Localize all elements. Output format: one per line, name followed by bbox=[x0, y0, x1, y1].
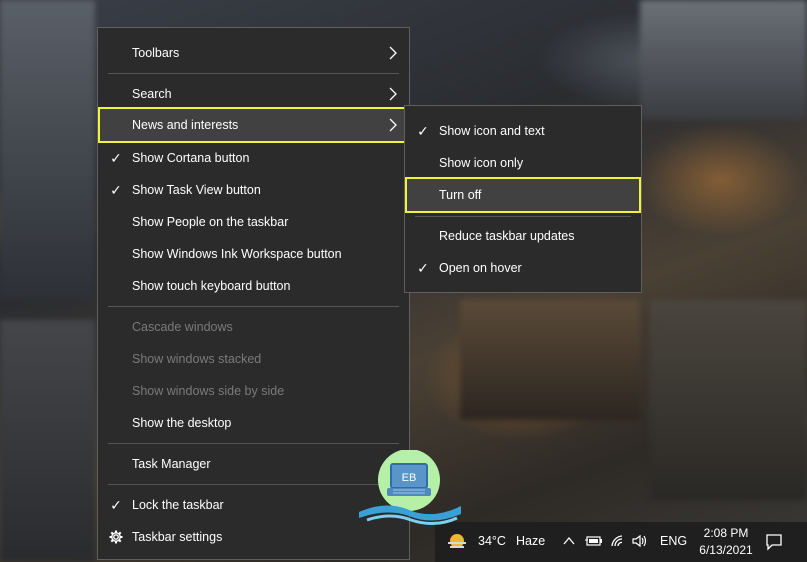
background-building bbox=[640, 0, 807, 120]
taskbar: 34°C Haze ENG 2:08 PM 6/13/2021 bbox=[435, 522, 807, 562]
menu-item-label: Show touch keyboard button bbox=[132, 279, 291, 293]
battery-icon[interactable] bbox=[585, 535, 603, 547]
menu-item-label: News and interests bbox=[132, 118, 239, 132]
submenu-item-show-icon-only[interactable]: Show icon only bbox=[405, 147, 641, 179]
menu-separator bbox=[415, 216, 631, 217]
weather-temperature: 34°C bbox=[478, 534, 506, 548]
menu-item-label: Show Cortana button bbox=[132, 151, 250, 165]
menu-item-label: Task Manager bbox=[132, 457, 211, 471]
menu-item-show-windows-ink[interactable]: Show Windows Ink Workspace button bbox=[98, 238, 409, 270]
checkmark-icon: ✓ bbox=[110, 149, 122, 166]
checkmark-icon: ✓ bbox=[110, 496, 122, 513]
menu-separator bbox=[108, 484, 399, 485]
language-indicator[interactable]: ENG bbox=[660, 534, 687, 548]
menu-item-cascade-windows: Cascade windows bbox=[98, 311, 409, 343]
volume-icon[interactable] bbox=[632, 534, 648, 548]
checkmark-icon: ✓ bbox=[110, 181, 122, 198]
submenu-item-turn-off[interactable]: Turn off bbox=[405, 177, 641, 213]
menu-item-show-windows-side-by-side: Show windows side by side bbox=[98, 375, 409, 407]
menu-item-show-task-view-button[interactable]: ✓ Show Task View button bbox=[98, 174, 409, 206]
menu-item-label: Show People on the taskbar bbox=[132, 215, 289, 229]
menu-item-label: Reduce taskbar updates bbox=[439, 229, 575, 243]
menu-item-label: Taskbar settings bbox=[132, 530, 223, 544]
clock-date: 6/13/2021 bbox=[699, 543, 753, 557]
menu-item-label: Show windows stacked bbox=[132, 352, 262, 366]
background-building bbox=[650, 300, 807, 500]
weather-condition: Haze bbox=[516, 534, 546, 548]
menu-item-label: Show the desktop bbox=[132, 416, 232, 430]
gear-icon bbox=[109, 530, 123, 544]
menu-item-news-and-interests[interactable]: News and interests bbox=[98, 107, 409, 143]
background-building bbox=[0, 320, 95, 562]
chevron-right-icon bbox=[389, 46, 397, 60]
menu-item-show-cortana-button[interactable]: ✓ Show Cortana button bbox=[98, 142, 409, 174]
menu-item-show-the-desktop[interactable]: Show the desktop bbox=[98, 407, 409, 439]
chevron-right-icon bbox=[389, 118, 397, 132]
notifications-icon[interactable] bbox=[765, 533, 783, 551]
submenu-item-reduce-taskbar-updates[interactable]: Reduce taskbar updates bbox=[405, 220, 641, 252]
menu-item-toolbars[interactable]: Toolbars bbox=[98, 37, 409, 69]
menu-item-label: Show windows side by side bbox=[132, 384, 285, 398]
menu-item-label: Lock the taskbar bbox=[132, 498, 224, 512]
menu-item-show-windows-stacked: Show windows stacked bbox=[98, 343, 409, 375]
menu-item-show-people[interactable]: Show People on the taskbar bbox=[98, 206, 409, 238]
clock[interactable]: 2:08 PM 6/13/2021 bbox=[697, 525, 755, 559]
submenu-item-show-icon-and-text[interactable]: ✓ Show icon and text bbox=[405, 115, 641, 147]
news-and-interests-submenu: ✓ Show icon and text Show icon only Turn… bbox=[404, 105, 642, 293]
menu-item-label: Show icon and text bbox=[439, 124, 545, 138]
menu-item-label: Search bbox=[132, 87, 172, 101]
menu-separator bbox=[108, 306, 399, 307]
logo-text: EB bbox=[402, 472, 417, 484]
menu-item-show-touch-keyboard[interactable]: Show touch keyboard button bbox=[98, 270, 409, 302]
menu-item-search[interactable]: Search bbox=[98, 78, 409, 110]
menu-item-label: Show icon only bbox=[439, 156, 524, 170]
submenu-item-open-on-hover[interactable]: ✓ Open on hover bbox=[405, 252, 641, 284]
clock-time: 2:08 PM bbox=[703, 526, 749, 540]
chevron-up-icon[interactable] bbox=[563, 536, 575, 546]
background-building bbox=[0, 0, 95, 300]
menu-item-label: Open on hover bbox=[439, 261, 522, 275]
menu-separator bbox=[108, 443, 399, 444]
menu-item-label: Show Task View button bbox=[132, 183, 261, 197]
menu-item-label: Show Windows Ink Workspace button bbox=[132, 247, 342, 261]
checkmark-icon: ✓ bbox=[417, 259, 429, 276]
chevron-right-icon bbox=[389, 87, 397, 101]
eb-logo-watermark: EB bbox=[357, 449, 461, 526]
wifi-icon[interactable] bbox=[610, 534, 626, 548]
background-building bbox=[460, 300, 640, 420]
weather-widget[interactable] bbox=[447, 533, 467, 554]
menu-item-label: Toolbars bbox=[132, 46, 180, 60]
checkmark-icon: ✓ bbox=[417, 122, 429, 139]
menu-separator bbox=[108, 73, 399, 74]
haze-sun-icon bbox=[448, 534, 466, 548]
menu-item-label: Cascade windows bbox=[132, 320, 233, 334]
menu-item-label: Turn off bbox=[439, 188, 482, 202]
